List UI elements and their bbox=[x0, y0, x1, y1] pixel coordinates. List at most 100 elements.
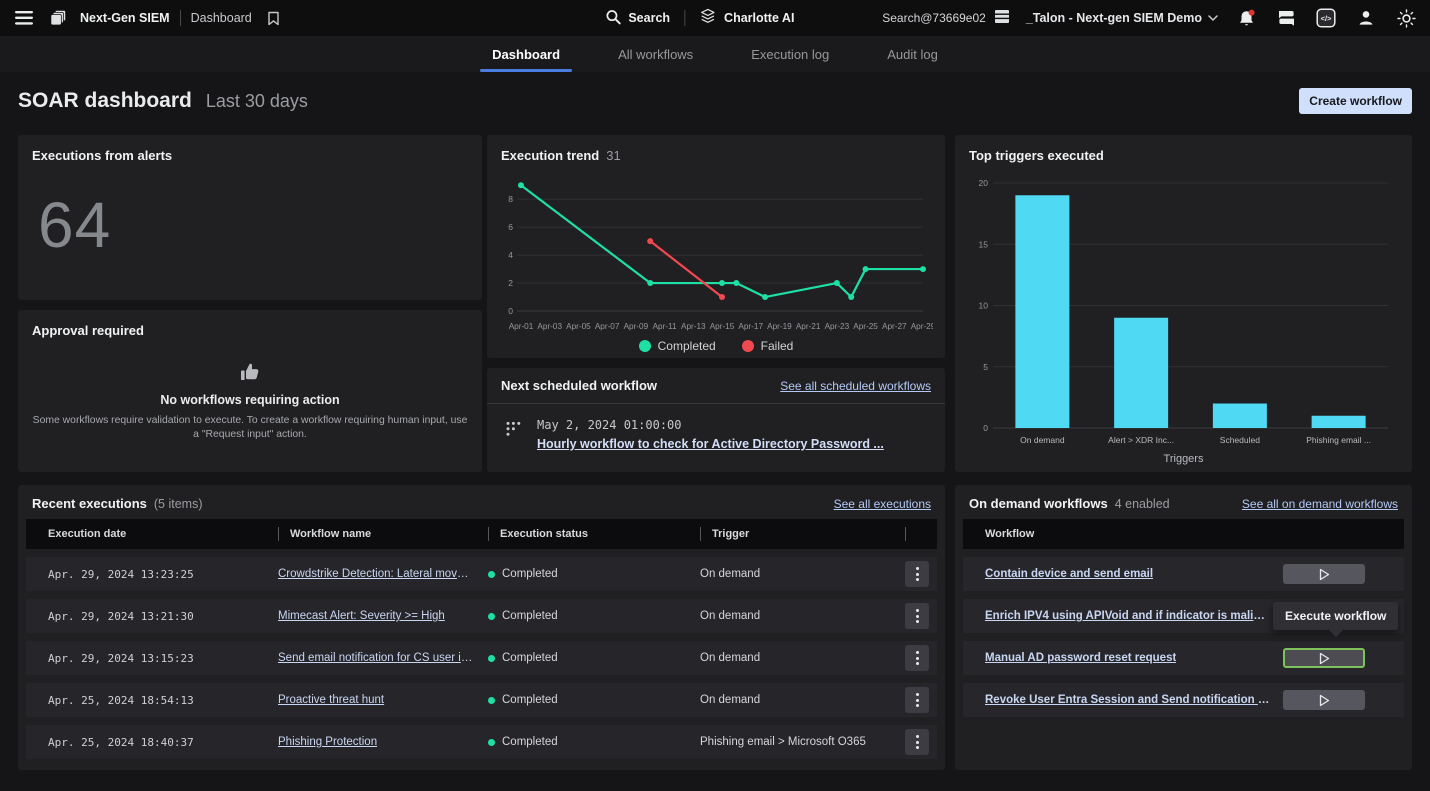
see-all-executions-link[interactable]: See all executions bbox=[834, 497, 931, 511]
tab-all-workflows[interactable]: All workflows bbox=[612, 36, 699, 72]
execution-date: Apr. 29, 2024 13:15:23 bbox=[48, 652, 278, 665]
execution-date: Apr. 29, 2024 13:21:30 bbox=[48, 610, 278, 623]
svg-text:Apr-05: Apr-05 bbox=[566, 322, 591, 331]
execution-date: Apr. 29, 2024 13:23:25 bbox=[48, 568, 278, 581]
tenant-label: _Talon - Next-gen SIEM Demo bbox=[1026, 11, 1202, 25]
card-title: Approval required bbox=[32, 323, 144, 338]
svg-text:Apr-17: Apr-17 bbox=[738, 322, 763, 331]
column-header: Trigger bbox=[700, 528, 905, 540]
tabs-bar: Dashboard All workflows Execution log Audit… bbox=[0, 36, 1430, 72]
svg-text:8: 8 bbox=[508, 194, 513, 204]
svg-text:5: 5 bbox=[983, 362, 988, 372]
tab-dashboard[interactable]: Dashboard bbox=[486, 36, 566, 72]
execute-workflow-button[interactable] bbox=[1283, 564, 1365, 584]
column-header: Workflow name bbox=[278, 528, 488, 540]
card-title: Executions from alerts bbox=[32, 148, 172, 163]
workflow-name-link[interactable]: Manual AD password reset request bbox=[985, 652, 1176, 664]
svg-text:4: 4 bbox=[508, 250, 513, 260]
workflow-name-link[interactable]: Proactive threat hunt bbox=[278, 694, 488, 706]
svg-text:10: 10 bbox=[979, 301, 989, 311]
charlotte-ai-icon bbox=[699, 8, 716, 28]
workflow-name-link[interactable]: Crowdstrike Detection: Lateral moveme... bbox=[278, 568, 488, 580]
status-label: Completed bbox=[502, 694, 558, 706]
svg-text:15: 15 bbox=[979, 239, 989, 249]
status-label: Completed bbox=[502, 568, 558, 580]
status-dot bbox=[488, 613, 495, 620]
column-header: Execution status bbox=[488, 528, 700, 540]
tabs: Dashboard All workflows Execution log Audit… bbox=[486, 36, 944, 72]
row-actions-button[interactable] bbox=[905, 687, 929, 713]
see-all-scheduled-link[interactable]: See all scheduled workflows bbox=[780, 379, 931, 393]
on-demand-row: Revoke User Entra Session and Send notif… bbox=[963, 683, 1404, 717]
row-actions-button[interactable] bbox=[905, 603, 929, 629]
breadcrumb[interactable]: Dashboard bbox=[191, 11, 252, 25]
menu-icon[interactable] bbox=[12, 6, 36, 30]
execution-status: Completed bbox=[488, 610, 700, 622]
column-header: Workflow bbox=[985, 528, 1404, 540]
execute-workflow-button[interactable] bbox=[1283, 690, 1365, 710]
column-header: Execution date bbox=[48, 528, 278, 540]
row-actions-button[interactable] bbox=[905, 561, 929, 587]
table-row: Apr. 29, 2024 13:21:30Mimecast Alert: Se… bbox=[26, 599, 937, 633]
svg-text:Apr-19: Apr-19 bbox=[767, 322, 792, 331]
notifications-icon[interactable] bbox=[1234, 6, 1258, 30]
account-switcher[interactable]: Search@73669e02 bbox=[882, 9, 1010, 27]
svg-text:20: 20 bbox=[979, 178, 989, 188]
legend-dot bbox=[639, 340, 651, 352]
product-name: Next-Gen SIEM bbox=[80, 11, 170, 25]
execution-status: Completed bbox=[488, 652, 700, 664]
table-row: Apr. 25, 2024 18:40:37Phishing Protectio… bbox=[26, 725, 937, 759]
charlotte-ai[interactable]: Charlotte AI bbox=[699, 8, 794, 28]
row-actions-button[interactable] bbox=[905, 729, 929, 755]
search-label: Search bbox=[628, 11, 670, 25]
execute-workflow-button[interactable] bbox=[1283, 648, 1365, 668]
approval-empty-description: Some workflows require validation to exe… bbox=[30, 414, 470, 442]
tab-audit-log[interactable]: Audit log bbox=[881, 36, 944, 72]
workflow-name-link[interactable]: Phishing Protection bbox=[278, 736, 488, 748]
legend-item[interactable]: Failed bbox=[742, 339, 794, 353]
status-dot bbox=[488, 571, 495, 578]
row-actions-button[interactable] bbox=[905, 645, 929, 671]
legend-label: Failed bbox=[761, 339, 794, 353]
svg-text:Apr-11: Apr-11 bbox=[653, 322, 677, 331]
workflow-name-link[interactable]: Enrich IPV4 using APIVoid and if indicat… bbox=[985, 610, 1271, 622]
tenant-selector[interactable]: _Talon - Next-gen SIEM Demo bbox=[1026, 11, 1218, 25]
svg-text:Apr-23: Apr-23 bbox=[825, 322, 850, 331]
svg-text:6: 6 bbox=[508, 222, 513, 232]
svg-text:</>: </> bbox=[1321, 14, 1332, 23]
profile-icon[interactable] bbox=[1354, 6, 1378, 30]
execution-trend-card: Execution trend 31 02468Apr-01Apr-03Apr-… bbox=[487, 135, 945, 358]
execution-status: Completed bbox=[488, 568, 700, 580]
workflow-name-link[interactable]: Revoke User Entra Session and Send notif… bbox=[985, 694, 1271, 706]
trend-total: 31 bbox=[606, 148, 620, 163]
tab-execution-log[interactable]: Execution log bbox=[745, 36, 835, 72]
scheduled-workflow-link[interactable]: Hourly workflow to check for Active Dire… bbox=[537, 437, 884, 451]
api-console-icon[interactable]: </> bbox=[1314, 6, 1338, 30]
on-demand-row: Contain device and send email bbox=[963, 557, 1404, 591]
svg-text:Apr-29: Apr-29 bbox=[911, 322, 933, 331]
page-title: SOAR dashboard bbox=[18, 89, 192, 113]
legend-dot bbox=[742, 340, 754, 352]
trigger-label: On demand bbox=[700, 610, 905, 622]
legend-item[interactable]: Completed bbox=[639, 339, 716, 353]
create-workflow-button[interactable]: Create workflow bbox=[1299, 88, 1412, 114]
workflow-name-link[interactable]: Mimecast Alert: Severity >= High bbox=[278, 610, 488, 622]
workflow-name-link[interactable]: Contain device and send email bbox=[985, 568, 1153, 580]
see-all-on-demand-link[interactable]: See all on demand workflows bbox=[1242, 497, 1398, 511]
svg-text:Apr-07: Apr-07 bbox=[595, 322, 620, 331]
bookmark-icon[interactable] bbox=[262, 6, 286, 30]
card-title: On demand workflows bbox=[969, 496, 1108, 511]
status-label: Completed bbox=[502, 610, 558, 622]
top-triggers-card: Top triggers executed 05101520On demandA… bbox=[955, 135, 1412, 472]
card-title: Next scheduled workflow bbox=[501, 378, 657, 393]
execution-trend-chart: 02468Apr-01Apr-03Apr-05Apr-07Apr-09Apr-1… bbox=[499, 167, 933, 337]
execution-date: Apr. 25, 2024 18:40:37 bbox=[48, 736, 278, 749]
theme-icon[interactable] bbox=[1394, 6, 1418, 30]
svg-text:Alert > XDR Inc...: Alert > XDR Inc... bbox=[1108, 435, 1174, 445]
workflow-name-link[interactable]: Send email notification for CS user invo… bbox=[278, 652, 488, 664]
svg-text:Apr-01: Apr-01 bbox=[509, 322, 534, 331]
svg-text:On demand: On demand bbox=[1020, 435, 1065, 445]
global-search[interactable]: Search bbox=[605, 9, 670, 28]
support-chat-icon[interactable] bbox=[1274, 6, 1298, 30]
svg-text:Scheduled: Scheduled bbox=[1220, 435, 1260, 445]
